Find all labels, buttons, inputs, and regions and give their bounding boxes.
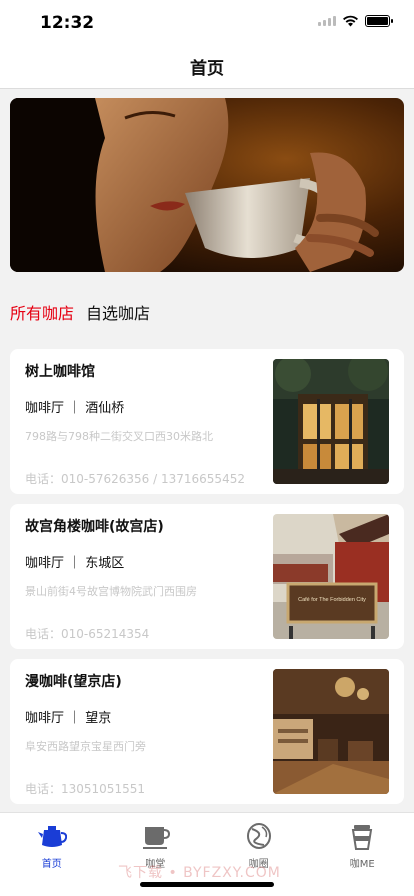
- watermark: 飞下载 • BYFZXY.COM: [118, 865, 281, 881]
- tab-selected-stores[interactable]: 自选咖店: [86, 300, 150, 324]
- coffee-pot-icon: [37, 826, 67, 847]
- tab-home[interactable]: 首页: [0, 813, 104, 896]
- shop-category: 咖啡厅 ｜ 酒仙桥: [25, 401, 125, 416]
- coffee-bean-icon: [246, 823, 271, 849]
- shop-name: 漫咖啡(望京店): [25, 674, 122, 690]
- signal-icon: [318, 16, 336, 26]
- shop-photo: Café for The Forbidden City: [273, 514, 389, 639]
- shop-card[interactable]: 树上咖啡馆 咖啡厅 ｜ 酒仙桥 798路与798种二街交叉口西30米路北 电话：…: [10, 349, 404, 494]
- shop-photo: [273, 359, 389, 484]
- coffee-cup-icon: [143, 827, 171, 849]
- home-indicator: [140, 882, 274, 887]
- shop-address: 798路与798种二街交叉口西30米路北: [25, 430, 213, 443]
- shop-category: 咖啡厅 ｜ 望京: [25, 711, 112, 726]
- battery-icon: [365, 15, 393, 27]
- shop-photo: [273, 669, 389, 794]
- shop-phone: 电话：010-65214354: [25, 627, 150, 641]
- status-time: 12:32: [40, 13, 95, 33]
- tab-label: 首页: [41, 859, 62, 870]
- shop-category: 咖啡厅 ｜ 东城区: [25, 556, 125, 571]
- store-filter-tabs: 所有咖店 自选咖店: [10, 300, 150, 324]
- shop-card[interactable]: 故宫角楼咖啡(故宫店) 咖啡厅 ｜ 东城区 景山前街4号故宫博物院武门西围房 电…: [10, 504, 404, 649]
- sign-text: Café for The Forbidden City: [298, 597, 366, 603]
- status-icons: [318, 15, 393, 27]
- page-title: 首页: [190, 58, 224, 79]
- tab-all-stores[interactable]: 所有咖店: [10, 300, 74, 324]
- shop-address: 阜安西路望京宝星西门旁: [25, 740, 146, 753]
- nav-bar: 首页: [0, 44, 414, 89]
- shop-name: 树上咖啡馆: [25, 364, 95, 380]
- shop-name: 故宫角楼咖啡(故宫店): [25, 519, 164, 535]
- banner-image[interactable]: [10, 98, 404, 272]
- shop-phone: 电话：13051051551: [25, 782, 145, 796]
- shop-address: 景山前街4号故宫博物院武门西围房: [25, 585, 197, 598]
- shop-list: 树上咖啡馆 咖啡厅 ｜ 酒仙桥 798路与798种二街交叉口西30米路北 电话：…: [10, 349, 404, 814]
- tab-me[interactable]: 咖ME: [311, 813, 414, 896]
- takeaway-cup-icon: [352, 825, 373, 850]
- tab-label: 咖ME: [349, 859, 375, 870]
- shop-card[interactable]: 漫咖啡(望京店) 咖啡厅 ｜ 望京 阜安西路望京宝星西门旁 电话：1305105…: [10, 659, 404, 804]
- status-bar: 12:32: [0, 0, 414, 44]
- shop-phone: 电话：010-57626356 / 13716655452: [25, 472, 245, 486]
- wifi-icon: [343, 15, 358, 27]
